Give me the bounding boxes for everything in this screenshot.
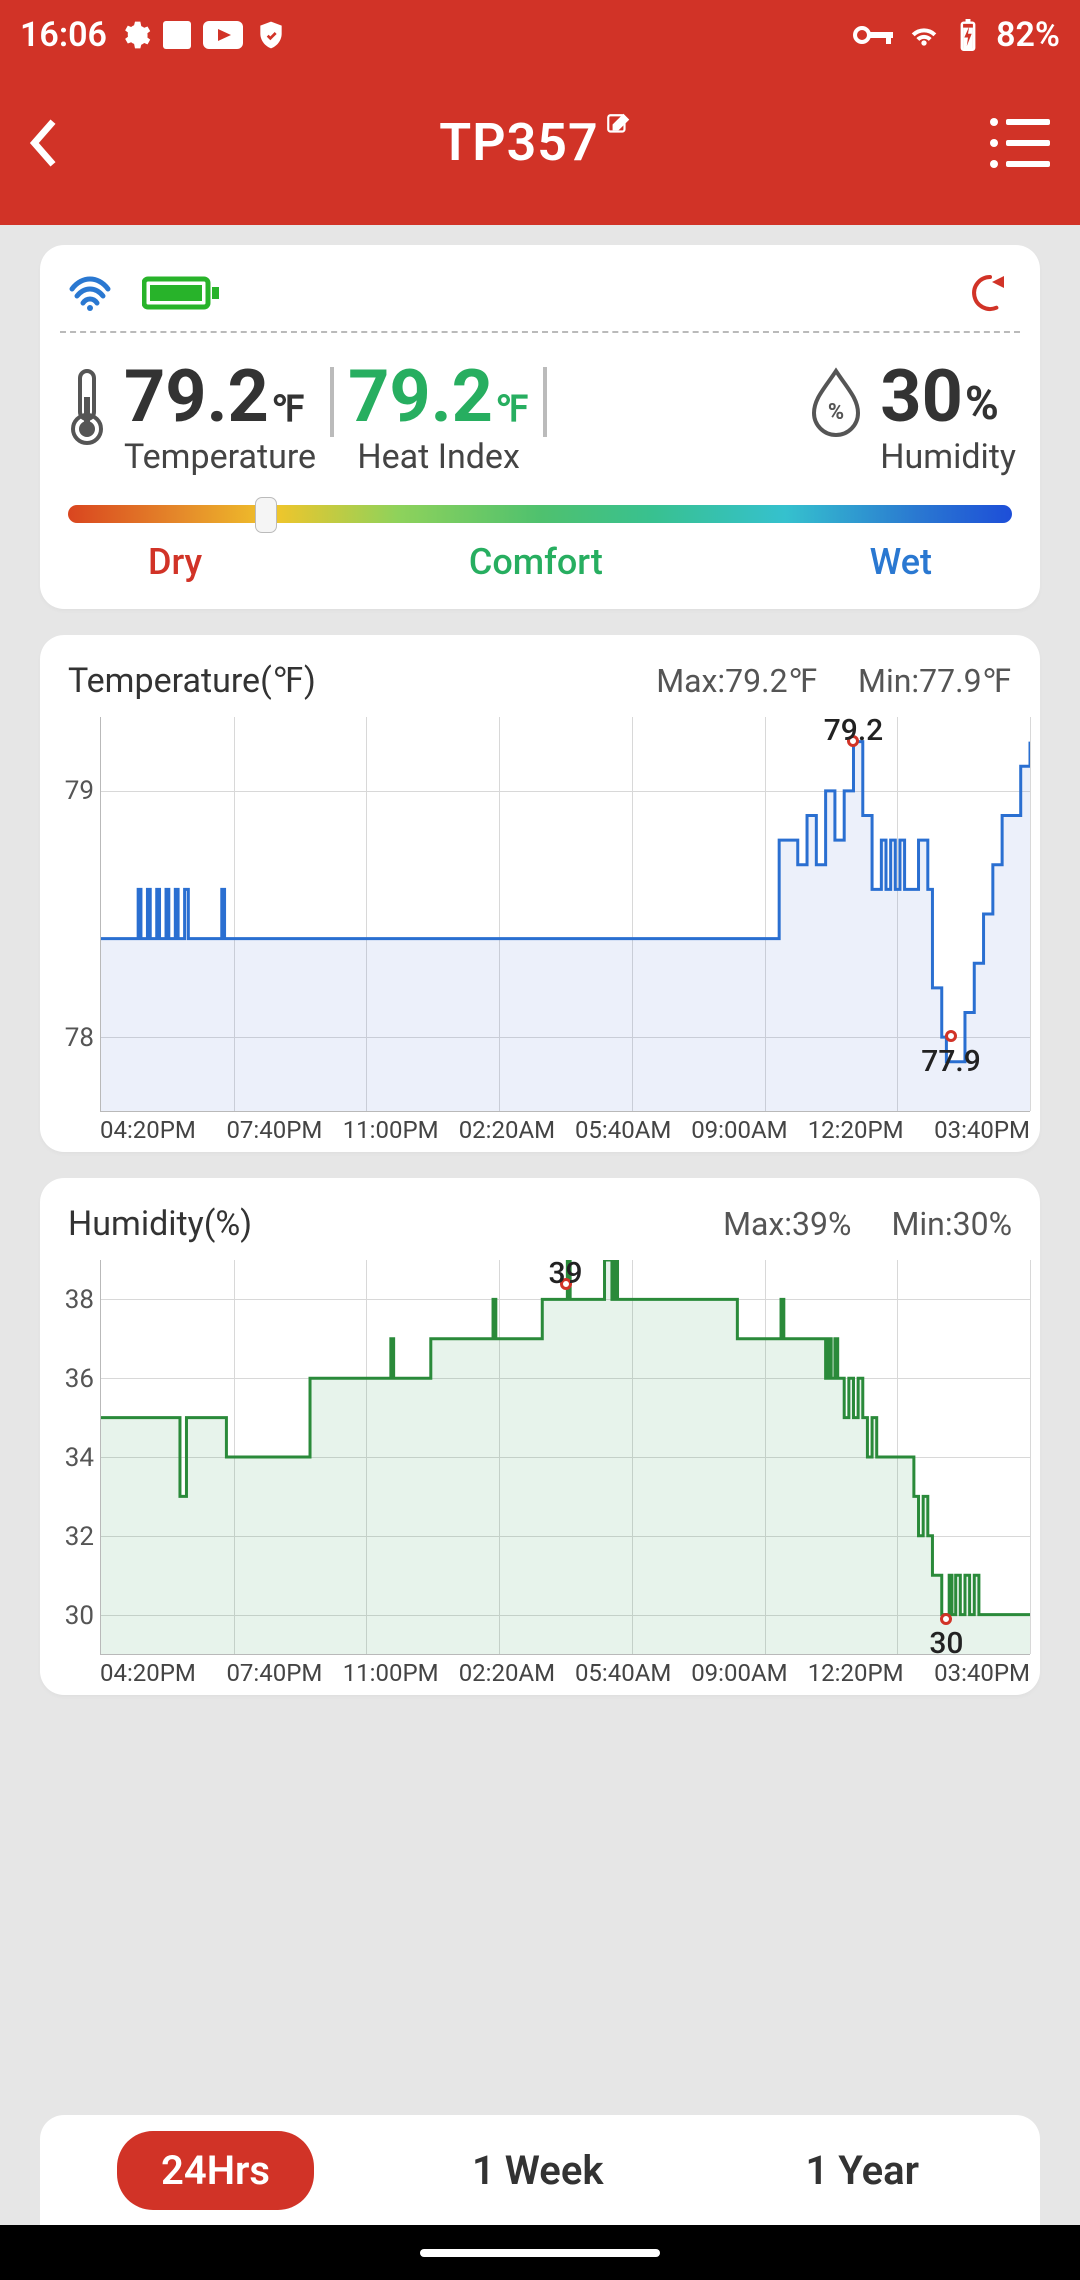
x-tick: 05:40AM xyxy=(565,1116,681,1144)
summary-card: 79.2℉ Temperature 79.2℉ Heat Index % 30% xyxy=(40,245,1040,609)
separator xyxy=(60,331,1020,333)
x-tick: 03:40PM xyxy=(914,1116,1030,1144)
shield-check-icon xyxy=(255,19,287,51)
chart-marker-max: 79.2 xyxy=(824,713,884,748)
edit-icon[interactable] xyxy=(605,112,631,138)
battery-charging-icon xyxy=(952,19,984,51)
youtube-icon xyxy=(203,21,243,49)
chart-marker-min: 30 xyxy=(929,1626,963,1661)
x-tick: 04:20PM xyxy=(100,1116,216,1144)
x-tick: 11:00PM xyxy=(333,1659,449,1687)
temperature-chart-card: Temperature(℉) Max:79.2℉ Min:77.9℉ 7879 … xyxy=(40,635,1040,1152)
heat-index-value: 79.2 xyxy=(348,361,493,433)
x-tick: 02:20AM xyxy=(449,1116,565,1144)
humidity-label: Humidity xyxy=(880,437,1016,477)
divider xyxy=(330,367,334,437)
x-tick: 07:40PM xyxy=(216,1116,332,1144)
x-tick: 03:40PM xyxy=(914,1659,1030,1687)
bluetooth-signal-icon xyxy=(68,275,112,311)
label-dry: Dry xyxy=(148,541,202,583)
tab-1year[interactable]: 1 Year xyxy=(761,2131,963,2210)
x-tick: 09:00AM xyxy=(681,1116,797,1144)
android-nav-bar xyxy=(0,2225,1080,2280)
comfort-thumb xyxy=(255,497,277,533)
hum-chart-max: Max:39% xyxy=(723,1205,851,1243)
x-tick: 09:00AM xyxy=(681,1659,797,1687)
humidity-unit: % xyxy=(965,381,999,427)
heat-index-unit: ℉ xyxy=(495,391,529,427)
x-tick: 05:40AM xyxy=(565,1659,681,1687)
label-comfort: Comfort xyxy=(469,541,603,583)
nav-handle[interactable] xyxy=(420,2249,660,2257)
divider xyxy=(543,367,547,437)
temp-chart-title: Temperature(℉) xyxy=(68,661,656,701)
temp-chart-min: Min:77.9℉ xyxy=(858,662,1012,700)
time-range-tabs: 24Hrs 1 Week 1 Year xyxy=(40,2115,1040,2225)
device-title: TP357 xyxy=(439,112,598,173)
humidity-reading: % 30% Humidity xyxy=(806,361,1016,477)
app-header: TP357 xyxy=(0,70,1080,225)
svg-text:%: % xyxy=(828,400,844,425)
status-time: 16:06 xyxy=(20,15,107,55)
humidity-value: 30 xyxy=(880,361,963,433)
device-battery-icon xyxy=(142,275,222,311)
back-button[interactable] xyxy=(10,108,80,178)
humidity-chart-card: Humidity(%) Max:39% Min:30% 3032343638 3… xyxy=(40,1178,1040,1695)
temperature-label: Temperature xyxy=(124,437,316,477)
menu-list-button[interactable] xyxy=(990,118,1050,168)
battery-percent: 82% xyxy=(996,15,1060,55)
heat-index-reading: 79.2℉ Heat Index xyxy=(348,361,529,477)
refresh-button[interactable] xyxy=(968,271,1012,315)
temperature-unit: ℉ xyxy=(271,391,305,427)
x-tick: 12:20PM xyxy=(798,1659,914,1687)
temp-chart-max: Max:79.2℉ xyxy=(656,662,818,700)
app-icon-square xyxy=(163,21,191,49)
vpn-key-icon xyxy=(852,19,896,51)
x-tick: 11:00PM xyxy=(333,1116,449,1144)
temperature-reading: 79.2℉ Temperature xyxy=(64,361,316,477)
temperature-value: 79.2 xyxy=(124,361,269,433)
heat-index-label: Heat Index xyxy=(357,437,519,477)
x-tick: 12:20PM xyxy=(798,1116,914,1144)
x-tick: 02:20AM xyxy=(449,1659,565,1687)
hum-chart-min: Min:30% xyxy=(891,1205,1012,1243)
comfort-labels: Dry Comfort Wet xyxy=(68,541,1012,583)
tab-1week[interactable]: 1 Week xyxy=(428,2131,647,2210)
android-status-bar: 16:06 82% xyxy=(0,0,1080,70)
label-wet: Wet xyxy=(870,541,932,583)
x-tick: 04:20PM xyxy=(100,1659,216,1687)
thermometer-icon xyxy=(64,367,110,445)
comfort-bar xyxy=(68,505,1012,523)
hum-chart-title: Humidity(%) xyxy=(68,1204,723,1244)
x-tick: 07:40PM xyxy=(216,1659,332,1687)
tab-24hrs[interactable]: 24Hrs xyxy=(117,2131,314,2210)
gear-icon xyxy=(119,19,151,51)
wifi-icon xyxy=(908,19,940,51)
chart-marker-max: 39 xyxy=(548,1256,582,1291)
humidity-drop-icon: % xyxy=(806,367,866,437)
chart-marker-min: 77.9 xyxy=(921,1044,981,1079)
